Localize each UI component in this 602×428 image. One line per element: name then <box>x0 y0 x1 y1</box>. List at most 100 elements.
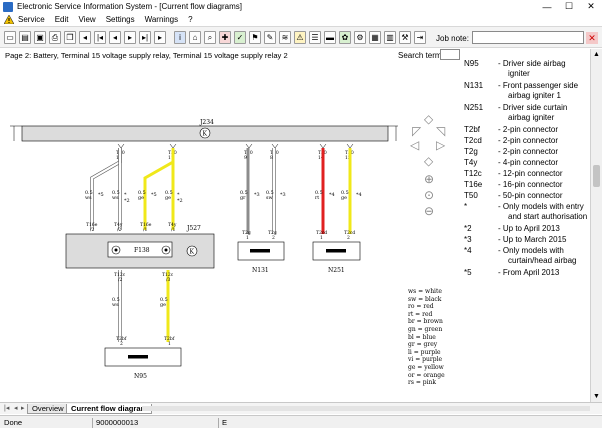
svg-text:K: K <box>190 249 195 256</box>
n131-label: N131 <box>252 267 269 274</box>
pan-up-left-icon[interactable]: ◸ <box>412 124 421 138</box>
wiring-icon[interactable]: ≋ <box>279 31 291 44</box>
job-note-input[interactable] <box>472 31 584 44</box>
tab-overview[interactable]: Overview <box>27 404 69 414</box>
zoom-out-icon[interactable]: ⊖ <box>424 204 434 218</box>
home-icon[interactable]: ⌂ <box>189 31 201 44</box>
status-text: Done <box>4 418 23 427</box>
wiring-diagram-svg: J234 K T50 10 T50 11 T50 9 T50 8 T50 14 … <box>10 119 398 380</box>
exit-icon[interactable]: ⇥ <box>414 31 426 44</box>
lower-pin-labels: T12c T12c /2/3 <box>114 272 174 283</box>
pan-right-icon[interactable]: ▷ <box>436 138 445 152</box>
svg-text:/1: /1 <box>143 227 148 233</box>
tab-current-flow-diagram[interactable]: Current flow diagram <box>66 404 153 414</box>
vehicle-icon[interactable]: ▬ <box>324 31 336 44</box>
tab-prev-icon[interactable]: ◂ <box>14 404 18 412</box>
forward-icon[interactable]: ▸ <box>154 31 166 44</box>
pan-up-icon[interactable]: ◇ <box>424 112 433 126</box>
menu-bar: Service Edit View Settings Warnings ? <box>0 13 602 25</box>
earth-symbol-k: K <box>203 131 208 138</box>
parts-icon[interactable]: ⚙ <box>354 31 366 44</box>
tool-icon[interactable]: ✎ <box>264 31 276 44</box>
page-title: Page 2: Battery, Terminal 15 voltage sup… <box>5 51 288 60</box>
svg-text:*4: *4 <box>356 192 362 198</box>
first-page-icon[interactable]: |◂ <box>94 31 106 44</box>
legend-scrollbar[interactable]: ▲ ▼ <box>590 49 602 402</box>
leaf-icon[interactable]: ✿ <box>339 31 351 44</box>
diagnosis-icon[interactable]: ✓ <box>234 31 246 44</box>
svg-text:gr: gr <box>240 196 246 201</box>
module-label: J527 <box>186 225 201 232</box>
n95-label: N95 <box>134 373 147 380</box>
menu-warnings[interactable]: Warnings <box>145 15 179 24</box>
zoom-in-icon[interactable]: ⊕ <box>424 172 434 186</box>
horizontal-scrollbar[interactable] <box>142 406 590 411</box>
svg-text:*5: *5 <box>98 192 104 198</box>
scroll-thumb[interactable] <box>593 165 600 187</box>
next-page-icon[interactable]: ▸ <box>124 31 136 44</box>
svg-text:ge: ge <box>160 303 166 308</box>
status-mode: E <box>218 418 227 428</box>
print-icon[interactable]: ⎙ <box>49 31 61 44</box>
svg-text:*5: *5 <box>151 192 157 198</box>
svg-text:*2: *2 <box>124 198 130 204</box>
list-icon[interactable]: ☰ <box>309 31 321 44</box>
pan-left-icon[interactable]: ◁ <box>410 138 419 152</box>
menu-edit[interactable]: Edit <box>55 15 69 24</box>
search-icon[interactable]: ⌕ <box>204 31 216 44</box>
svg-text:*4: *4 <box>329 192 335 198</box>
minimize-button[interactable]: — <box>536 0 558 13</box>
back-icon[interactable]: ◂ <box>79 31 91 44</box>
chart-icon[interactable]: ▥ <box>384 31 396 44</box>
tab-first-icon[interactable]: |◂ <box>4 404 9 412</box>
prev-page-icon[interactable]: ◂ <box>109 31 121 44</box>
search-term-input[interactable] <box>440 49 460 60</box>
scroll-up-icon[interactable]: ▲ <box>591 49 602 60</box>
svg-text:1: 1 <box>168 341 171 347</box>
svg-text:2: 2 <box>272 235 275 241</box>
pan-up-right-icon[interactable]: ◹ <box>436 124 445 138</box>
search-term-label: Search term: <box>398 51 444 60</box>
current-flow-icon[interactable]: ⚠ <box>294 31 306 44</box>
last-page-icon[interactable]: ▸| <box>139 31 151 44</box>
fuse-label: F138 <box>134 247 150 254</box>
bus-pins <box>117 143 354 149</box>
module-pin-labels: T16e T4y T16e T4y <box>86 222 177 228</box>
svg-text:/2: /2 <box>117 227 122 233</box>
svg-text:*2: *2 <box>177 198 183 204</box>
svg-text:1: 1 <box>246 235 249 241</box>
job-note-label: Job note: <box>436 34 469 43</box>
svg-text:ws: ws <box>112 196 119 201</box>
svg-text:ge: ge <box>165 196 171 201</box>
menu-service[interactable]: Service <box>18 15 45 24</box>
svg-text:*3: *3 <box>254 192 260 198</box>
svg-text:ws: ws <box>85 196 92 201</box>
svg-text:sw: sw <box>266 196 273 201</box>
n131-pins: T2g T2g 12 <box>242 230 277 241</box>
settings-icon[interactable]: ⚒ <box>399 31 411 44</box>
clear-job-note-icon[interactable]: ✕ <box>586 32 598 44</box>
cart-icon[interactable]: ▦ <box>369 31 381 44</box>
pan-down-icon[interactable]: ◇ <box>424 154 433 168</box>
menu-settings[interactable]: Settings <box>106 15 135 24</box>
page-bar: Page 2: Battery, Terminal 15 voltage sup… <box>0 49 460 61</box>
maximize-button[interactable]: ☐ <box>558 0 580 13</box>
scroll-down-icon[interactable]: ▼ <box>591 391 602 402</box>
zoom-fit-icon[interactable]: ⊙ <box>424 188 434 202</box>
n251-pins: T2cd T2cd 12 <box>316 230 355 241</box>
menu-view[interactable]: View <box>78 15 95 24</box>
close-button[interactable]: ✕ <box>580 0 602 13</box>
status-bar: Done 9000000013 E <box>0 415 602 428</box>
save-icon[interactable]: ▣ <box>34 31 46 44</box>
app-icon <box>3 1 13 12</box>
toolbar: ▭ ▤ ▣ ⎙ ❐ ◂ |◂ ◂ ▸ ▸| ▸ i ⌂ ⌕ ✚ ✓ ⚑ ✎ ≋ … <box>0 26 602 48</box>
new-icon[interactable]: ▭ <box>4 31 16 44</box>
open-icon[interactable]: ▤ <box>19 31 31 44</box>
svg-text:2: 2 <box>120 341 123 347</box>
repair-icon[interactable]: ✚ <box>219 31 231 44</box>
menu-help[interactable]: ? <box>188 15 192 24</box>
flag-icon[interactable]: ⚑ <box>249 31 261 44</box>
info-icon[interactable]: i <box>174 31 186 44</box>
copy-icon[interactable]: ❐ <box>64 31 76 44</box>
tab-next-icon[interactable]: ▸ <box>21 404 25 412</box>
